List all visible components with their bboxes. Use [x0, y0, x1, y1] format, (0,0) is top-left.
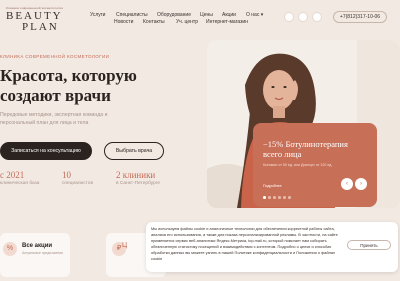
stat-label: клиническая база [0, 181, 40, 186]
hero-title-line: Красота, которую [0, 66, 137, 85]
cookie-banner: Мы используем файлы cookie и аналогичные… [146, 222, 398, 272]
stat-label: в Санкт-Петербурге [116, 181, 161, 186]
hero-subtitle: Передовые методики, экспертная команда и… [0, 112, 108, 126]
promo-details: Ксеомин от 50 ед. или Диспорт от 120 ед. [263, 163, 333, 167]
logo-word-plan: PLAN [22, 21, 59, 33]
nav-item-training-center[interactable]: Уч. центр [176, 19, 198, 25]
hero-eyebrow: КЛИНИКА СОВРЕМЕННОЙ КОСМЕТОЛОГИИ [0, 54, 110, 59]
choose-doctor-button[interactable]: Выбрать врача [104, 142, 164, 160]
slider-dot[interactable] [278, 196, 281, 199]
nav-item-news[interactable]: Новости [114, 19, 133, 25]
slider-dot[interactable] [283, 196, 286, 199]
cookie-text: Мы используем файлы cookie и аналогичные… [151, 226, 338, 261]
slider-dots [263, 196, 323, 199]
nav-item-promos[interactable]: Акции [222, 12, 236, 18]
nav-item-services[interactable]: Услуги [90, 12, 105, 18]
stat-item: 2 клиники в Санкт-Петербурге [116, 170, 160, 187]
card-title: Ц [122, 242, 128, 249]
social-icon[interactable] [312, 12, 322, 22]
stat-value: 10 [62, 170, 71, 180]
stat-value: с 2021 [0, 170, 25, 180]
nav-item-shop[interactable]: Интернет-магазин [206, 19, 248, 25]
stat-item: с 2021 клиническая база [0, 170, 39, 187]
chevron-right-icon[interactable]: › [355, 178, 367, 190]
hero-title: Красота, которую создают врачи [0, 66, 160, 106]
stat-item: 10 специалистов [62, 170, 93, 187]
card-title: Все акции [22, 243, 53, 249]
percent-icon: % [3, 242, 17, 256]
promo-card[interactable]: −15% Ботулинотерапия всего лица Ксеомин … [253, 123, 377, 207]
nav-item-contacts[interactable]: Контакты [143, 19, 165, 25]
slider-dot[interactable] [268, 196, 271, 199]
nav-item-about[interactable]: О нас ▾ [246, 12, 263, 18]
cookie-accept-button[interactable]: Принять [347, 240, 391, 250]
main-nav: Услуги Специалисты Оборудование Цены Акц… [90, 10, 280, 26]
nav-item-prices[interactable]: Цены [200, 12, 213, 18]
promo-more-link[interactable]: Подробнее [263, 184, 282, 188]
hero-title-line: создают врачи [0, 86, 111, 105]
logo[interactable]: Клиника современной косметологии BEAUTY … [6, 6, 78, 46]
chevron-left-icon[interactable]: ‹ [341, 178, 353, 190]
stat-value: 2 клиники [116, 170, 156, 180]
slider-dot[interactable] [288, 196, 291, 199]
slider-dot[interactable] [263, 196, 266, 199]
nav-item-equipment[interactable]: Оборудование [157, 12, 191, 18]
chevron-down-icon: ▾ [260, 12, 264, 18]
card-subtitle: Актуальные предложения [22, 251, 63, 255]
promos-card[interactable]: % Все акции Актуальные предложения [0, 233, 70, 277]
nav-item-about-label: О нас [246, 12, 260, 18]
nav-item-specialists[interactable]: Специалисты [116, 12, 148, 18]
social-icon[interactable] [298, 12, 308, 22]
promo-title: −15% Ботулинотерапия всего лица [263, 139, 348, 159]
phone-link[interactable]: +7(812)317-10-06 [333, 11, 387, 23]
slider-dot[interactable] [273, 196, 276, 199]
social-icon[interactable] [284, 12, 294, 22]
book-consultation-button[interactable]: Записаться на консультацию [0, 142, 92, 160]
stat-label: специалистов [62, 181, 93, 186]
